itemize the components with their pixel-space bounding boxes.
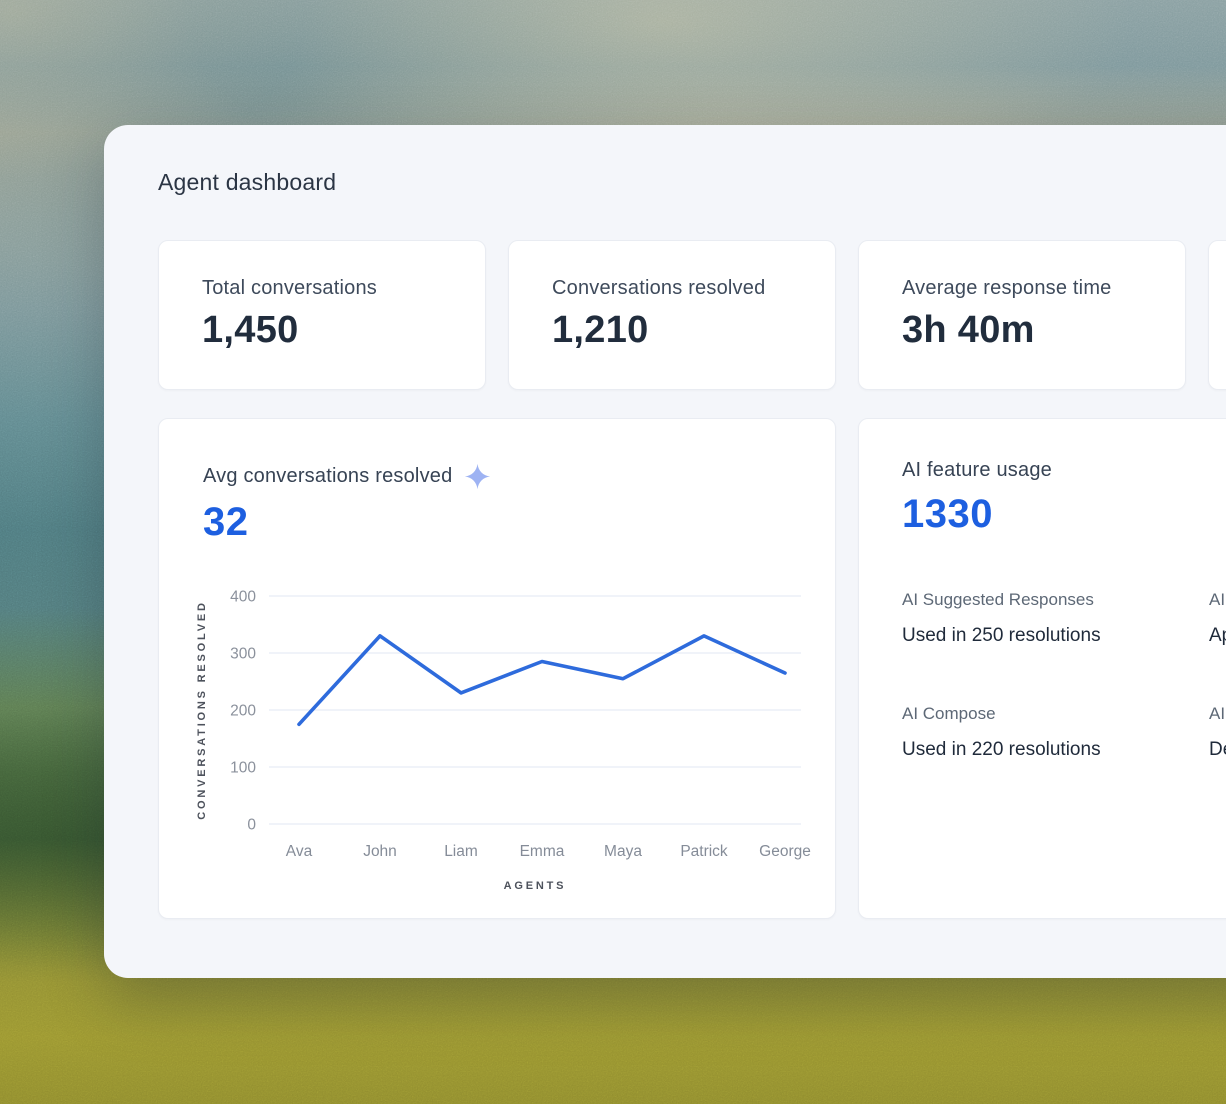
category-label: Emma [520, 843, 565, 860]
feature-item-suggested-responses: AI Suggested Responses Used in 250 resol… [902, 589, 1209, 649]
feature-usage: Used in 250 resolutions [902, 625, 1101, 646]
stat-card-total-conversations: Total conversations 1,450 [158, 240, 486, 390]
x-axis-title: AGENTS [504, 880, 567, 892]
stat-label: Total conversations [202, 277, 378, 299]
y-tick-label: 300 [230, 646, 256, 663]
category-label: John [363, 843, 397, 860]
feature-name: AI Suggested Responses [902, 590, 1094, 609]
second-row: Avg conversations resolved 32 0 100 200 300… [158, 418, 1226, 919]
sparkle-icon [465, 463, 491, 490]
feature-item-ai-compose: AI Compose Used in 220 resolutions [902, 703, 1209, 763]
stat-card-clipped [1208, 240, 1226, 390]
feature-name: AI [1209, 704, 1226, 723]
y-tick-label: 400 [230, 589, 256, 606]
y-tick-label: 100 [230, 760, 256, 777]
category-label: Patrick [680, 843, 728, 860]
stat-value: 1,450 [202, 309, 299, 351]
stat-card-average-response-time: Average response time 3h 40m [858, 240, 1186, 390]
stat-value: 1,210 [552, 309, 649, 351]
feature-item-clipped-1: AI Ap [1209, 589, 1226, 649]
feature-usage: De [1209, 739, 1226, 760]
feature-usage: Used in 220 resolutions [902, 739, 1101, 760]
chart-card-title: Avg conversations resolved [203, 465, 453, 487]
sparkle-icon-shape [465, 463, 491, 490]
stat-value: 3h 40m [902, 309, 1035, 351]
y-tick-label: 200 [230, 703, 256, 720]
chart-card-value: 32 [203, 500, 249, 544]
page-title: Agent dashboard [158, 169, 337, 195]
stat-label: Average response time [902, 277, 1112, 299]
ai-feature-usage-card: AI feature usage 1330 AI Suggested Respo… [858, 418, 1226, 919]
y-axis-title: CONVERSATIONS RESOLVED [196, 600, 208, 820]
feature-name: AI [1209, 590, 1226, 609]
stats-row: Total conversations 1,450 Conversations … [158, 240, 1226, 390]
category-label: Ava [286, 843, 313, 860]
stat-label: Conversations resolved [552, 277, 766, 299]
avg-conversations-card: Avg conversations resolved 32 0 100 200 300… [158, 418, 836, 919]
feature-name: AI Compose [902, 704, 996, 723]
chart-polyline [297, 634, 787, 727]
feature-item-clipped-2: AI De [1209, 703, 1226, 763]
ai-feature-list: AI Suggested Responses Used in 250 resol… [902, 589, 1226, 763]
dashboard-panel: Agent dashboard Total conversations 1,45… [104, 125, 1226, 978]
category-label: George [759, 843, 811, 860]
ai-card-value: 1330 [902, 492, 993, 536]
line-chart: 0 100 200 300 400 Ava John Liam Emma Maya Patrick G… [196, 589, 811, 893]
category-label: Maya [604, 843, 642, 860]
category-label: Liam [444, 843, 478, 860]
feature-usage: Ap [1209, 625, 1226, 646]
stat-card-conversations-resolved: Conversations resolved 1,210 [508, 240, 836, 390]
y-tick-label: 0 [247, 817, 256, 834]
ai-card-title: AI feature usage [902, 459, 1052, 481]
